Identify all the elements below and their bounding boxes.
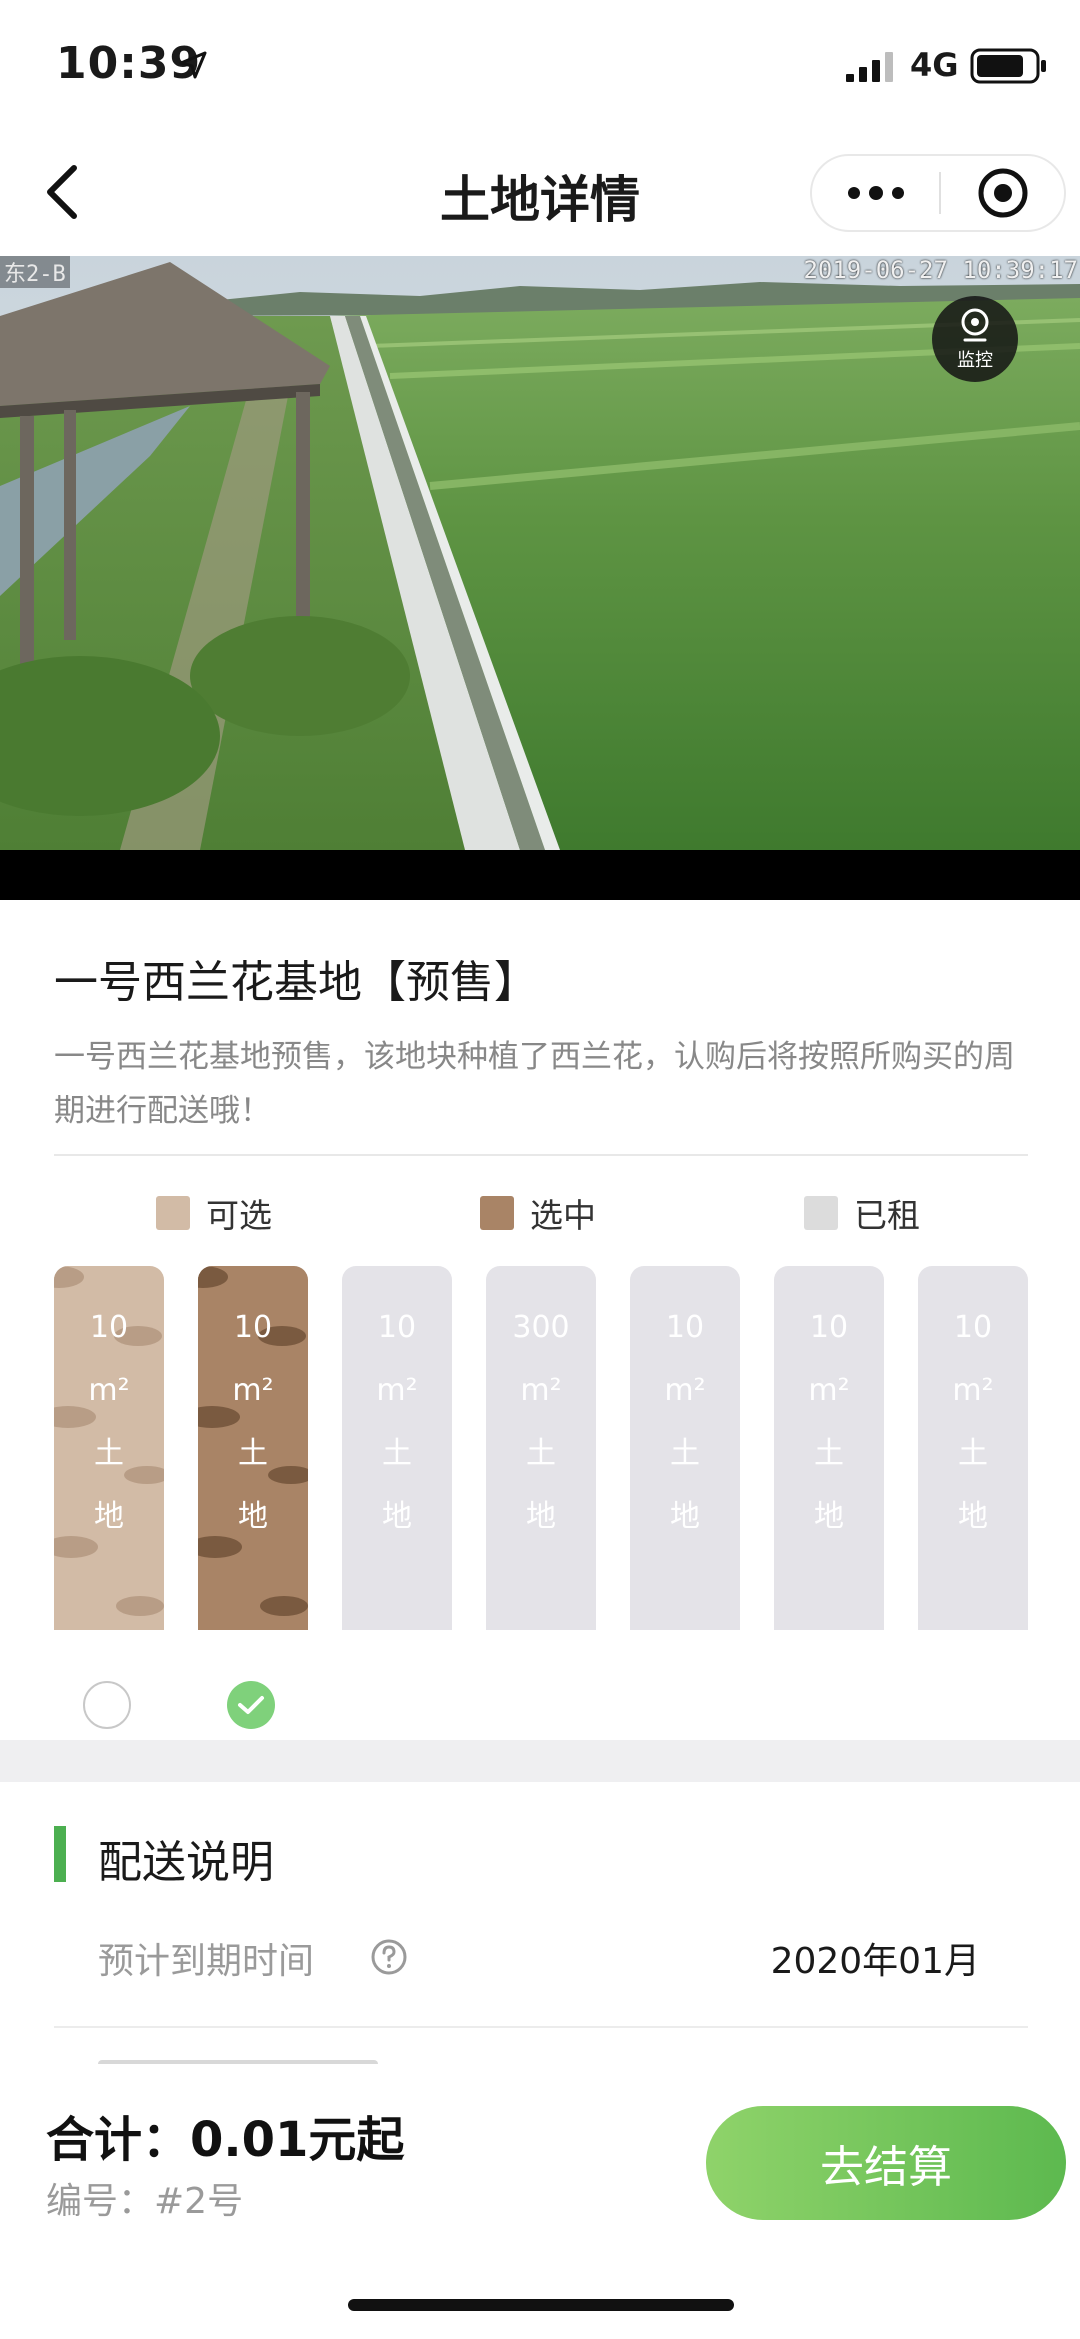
camera-label: 东2-B <box>0 256 70 288</box>
plot-unit: m² <box>88 1373 130 1408</box>
plot-serial: 编号：#2号 <box>46 2181 244 2222</box>
section-gap <box>0 1740 1080 1782</box>
plot-size: 10 <box>233 1310 273 1345</box>
plot-size: 10 <box>809 1310 849 1345</box>
expiry-value: 2020年01月 <box>770 1941 980 1982</box>
plot-unit: m² <box>520 1373 562 1408</box>
plot-c2: 地 <box>382 1499 412 1534</box>
plot-c2: 地 <box>670 1499 700 1534</box>
plot-size: 10 <box>377 1310 417 1345</box>
plot-c2: 地 <box>526 1499 556 1534</box>
plot-size: 300 <box>512 1310 570 1345</box>
miniapp-capsule <box>810 154 1066 232</box>
monitor-button[interactable]: 监控 <box>932 296 1018 382</box>
delivery-section-title: 配送说明 <box>98 1837 274 1888</box>
legend-rented: 已租 <box>804 1188 920 1238</box>
plot-size: 10 <box>953 1310 993 1345</box>
legend-label-available: 可选 <box>206 1196 272 1235</box>
plot-2[interactable]: 10 m² 土地 <box>198 1266 308 1630</box>
camera-timestamp: 2019-06-27 10:39:17 <box>803 256 1078 284</box>
network-type: 4G <box>910 46 959 84</box>
battery-icon <box>970 48 1046 84</box>
question-mark-icon[interactable] <box>370 1938 408 1976</box>
plot-unit: m² <box>376 1373 418 1408</box>
more-dots-icon <box>847 186 904 200</box>
section-accent-bar <box>54 1826 66 1882</box>
webcam-icon <box>961 308 989 342</box>
divider <box>54 2026 1028 2028</box>
plot-c1: 土 <box>382 1436 412 1471</box>
plot-c2: 地 <box>814 1499 844 1534</box>
plot-label: 10 m² 土地 <box>342 1266 452 1548</box>
target-circle-icon <box>978 168 1027 218</box>
legend-swatch-selected <box>480 1196 514 1230</box>
checkout-footer: 合计：0.01元起 编号：#2号 去结算 <box>0 2064 1080 2339</box>
plot-label: 10 m² 土地 <box>198 1266 308 1548</box>
plot-label: 10 m² 土地 <box>774 1266 884 1548</box>
checkout-button[interactable]: 去结算 <box>706 2106 1066 2220</box>
legend-label-selected: 选中 <box>530 1196 596 1235</box>
plot-7: 10 m² 土地 <box>918 1266 1028 1630</box>
plot-label: 10 m² 土地 <box>918 1266 1028 1548</box>
legend-swatch-available <box>156 1196 190 1230</box>
land-title: 一号西兰花基地【预售】 <box>54 957 538 1008</box>
plot-texture-spot <box>116 1596 164 1616</box>
home-indicator <box>348 2299 734 2311</box>
plot-label: 10 m² 土地 <box>630 1266 740 1548</box>
land-description: 一号西兰花基地预售，该地块种植了西兰花，认购后将按照所购买的周期进行配送哦！ <box>54 1039 1015 1129</box>
location-arrow-icon <box>179 51 207 79</box>
legend-label-rented: 已租 <box>854 1196 920 1235</box>
plot-unit: m² <box>808 1373 850 1408</box>
plot-c1: 土 <box>526 1436 556 1471</box>
plot-c2: 地 <box>958 1499 988 1534</box>
plot-c1: 土 <box>958 1436 988 1471</box>
close-miniapp-button[interactable] <box>941 156 1064 230</box>
nav-bar: 土地详情 <box>0 132 1080 252</box>
plot-1[interactable]: 10 m² 土地 <box>54 1266 164 1630</box>
rice-field-scene <box>0 256 1080 900</box>
plot-label: 300 m² 土地 <box>486 1266 596 1548</box>
plot-unit: m² <box>664 1373 706 1408</box>
divider <box>54 1154 1028 1156</box>
plot-c1: 土 <box>238 1436 268 1471</box>
plot-unit: m² <box>232 1373 274 1408</box>
plot-c1: 土 <box>814 1436 844 1471</box>
legend-selected: 选中 <box>480 1188 596 1238</box>
plot-selector: 10 m² 土地 10 m² 土地 10 m² 土地 300 m² 土地 10 m² 土地 10 m² 土地 10 m… <box>54 1260 1030 1630</box>
plot-c2: 地 <box>238 1499 268 1534</box>
plot-5: 10 m² 土地 <box>630 1266 740 1630</box>
plot-c2: 地 <box>94 1499 124 1534</box>
plot-3: 10 m² 土地 <box>342 1266 452 1630</box>
cellular-signal-icon <box>846 52 893 82</box>
camera-video[interactable] <box>0 256 1080 900</box>
plot-size: 10 <box>89 1310 129 1345</box>
total-price: 合计：0.01元起 <box>46 2112 405 2168</box>
plot-texture-spot <box>260 1596 308 1616</box>
plot-unit: m² <box>952 1373 994 1408</box>
plot-c1: 土 <box>94 1436 124 1471</box>
plot-c1: 土 <box>670 1436 700 1471</box>
legend-available: 可选 <box>156 1188 272 1238</box>
monitor-label: 监控 <box>957 350 993 371</box>
legend-swatch-rented <box>804 1196 838 1230</box>
plot-radio-1[interactable] <box>83 1681 131 1729</box>
plot-radio-2[interactable] <box>227 1681 275 1729</box>
plot-6: 10 m² 土地 <box>774 1266 884 1630</box>
plot-size: 10 <box>665 1310 705 1345</box>
status-bar: 10:39 4G <box>0 0 1080 132</box>
plot-4: 300 m² 土地 <box>486 1266 596 1630</box>
more-button[interactable] <box>812 156 939 230</box>
plot-label: 10 m² 土地 <box>54 1266 164 1548</box>
expiry-label: 预计到期时间 <box>98 1941 315 1982</box>
check-icon <box>238 1696 264 1714</box>
